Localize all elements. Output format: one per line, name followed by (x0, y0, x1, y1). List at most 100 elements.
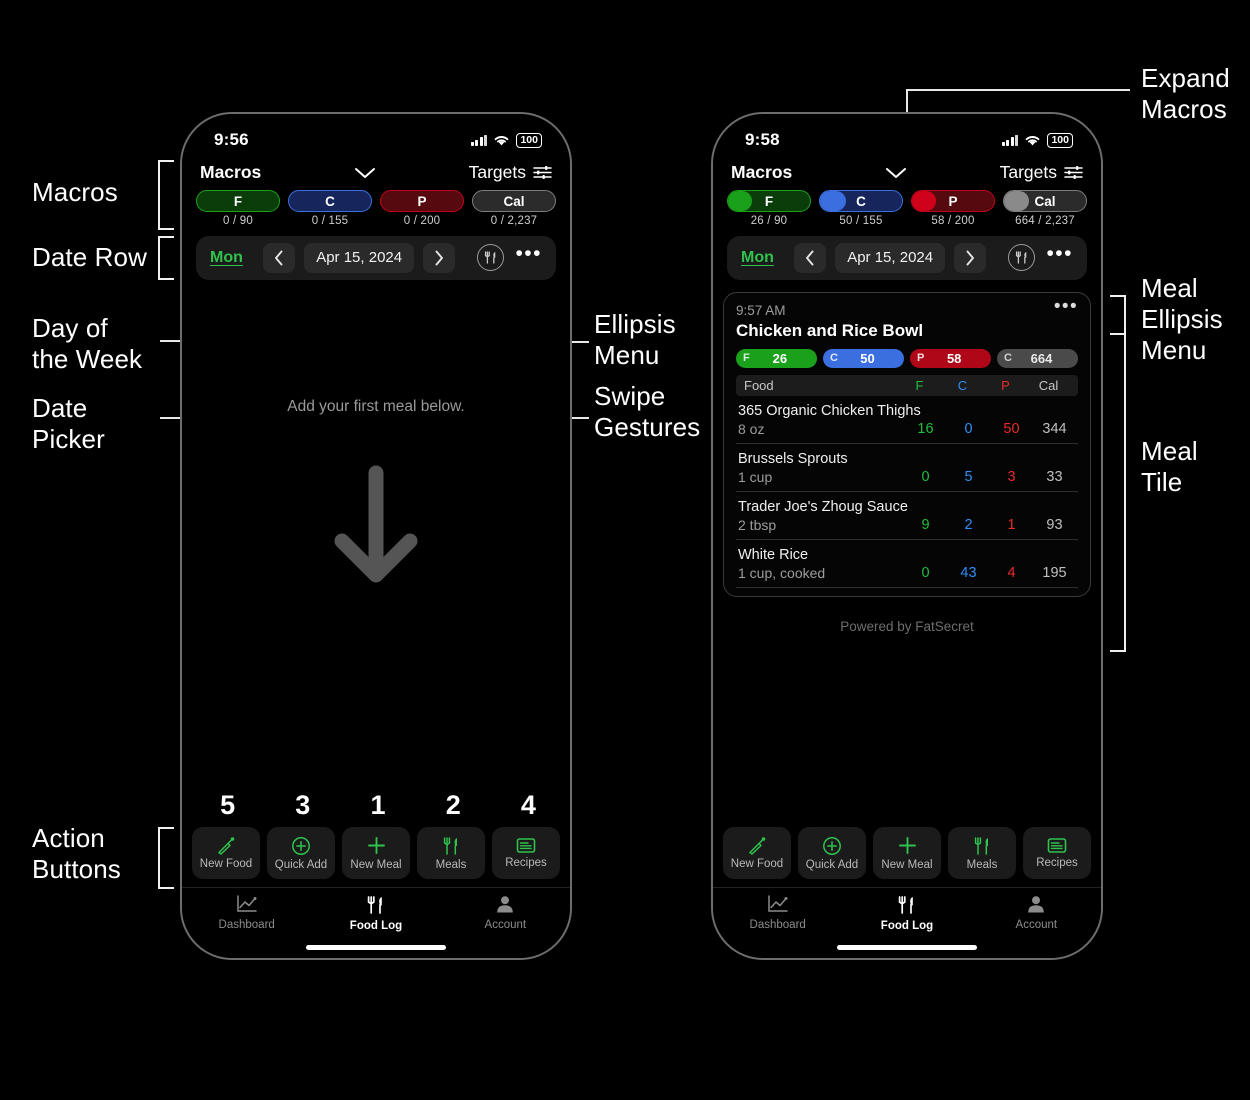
targets-button[interactable]: Targets (1000, 162, 1083, 183)
action-label: Quick Add (805, 858, 859, 871)
meal-tile[interactable]: 9:57 AM ••• Chicken and Rice Bowl F 26 C… (723, 291, 1091, 597)
date-picker-button[interactable]: Apr 15, 2024 (304, 242, 415, 273)
bracket-macros (158, 160, 174, 230)
total-value: 26 (772, 350, 788, 366)
action-new-meal[interactable]: New Meal (342, 827, 410, 879)
tab-dashboard[interactable]: Dashboard (182, 895, 311, 932)
action-buttons-right: New Food Quick Add New Meal Meals Recipe… (713, 827, 1101, 887)
macros-title: Macros (731, 162, 793, 182)
food-serving: 1 cup (738, 468, 773, 485)
macro-pills-right: F 26 / 90 C 50 / 155 P 58 / 200 Cal 664 … (713, 185, 1101, 227)
chevron-down-icon[interactable] (354, 167, 376, 179)
macro-pill-fat[interactable]: F 0 / 90 (196, 190, 280, 227)
table-row[interactable]: 365 Organic Chicken Thighs 8 oz 16 0 50 … (736, 396, 1078, 444)
day-of-week[interactable]: Mon (741, 249, 774, 267)
next-day-button[interactable] (954, 242, 987, 273)
day-of-week[interactable]: Mon (210, 249, 243, 267)
chevron-right-icon (435, 250, 444, 265)
action-new-food[interactable]: New Food (192, 827, 260, 879)
carrot-icon (749, 836, 766, 855)
macro-value: 664 / 2,237 (1015, 214, 1075, 227)
annotation-date-row: Date Row (32, 242, 147, 272)
utensils-circle-icon[interactable] (1008, 244, 1036, 271)
powered-by-label: Powered by FatSecret (840, 618, 974, 634)
tab-account[interactable]: Account (972, 895, 1101, 932)
food-name: Brussels Sprouts (738, 450, 848, 467)
tab-label: Account (1015, 919, 1058, 931)
utensils-circle-icon[interactable] (477, 244, 505, 271)
action-recipes[interactable]: Recipes (492, 827, 560, 879)
tab-label: Food Log (880, 920, 934, 932)
action-recipes[interactable]: Recipes (1023, 827, 1091, 879)
food-serving: 8 oz (738, 420, 765, 437)
action-new-food[interactable]: New Food (723, 827, 791, 879)
action-label: New Food (730, 857, 784, 870)
ellipsis-icon[interactable]: ••• (1046, 243, 1073, 266)
macro-pill-fat[interactable]: F 26 / 90 (727, 190, 811, 227)
macro-value: 50 / 155 (839, 214, 883, 227)
annotation-ellipsis-menu: Ellipsis Menu (594, 309, 676, 370)
macro-pill-protein[interactable]: P 0 / 200 (380, 190, 464, 227)
total-key: F (743, 352, 750, 364)
prev-day-button[interactable] (794, 242, 827, 273)
action-meals[interactable]: Meals (948, 827, 1016, 879)
log-body-left: Add your first meal below. (182, 280, 570, 828)
food-fat: 16 (917, 420, 934, 437)
food-fat: 0 (921, 564, 930, 581)
tab-dashboard[interactable]: Dashboard (713, 895, 842, 932)
meal-total-protein: P 58 (910, 348, 991, 368)
status-time: 9:56 (214, 130, 249, 149)
chart-icon (236, 895, 257, 912)
date-picker-button[interactable]: Apr 15, 2024 (835, 242, 946, 273)
food-calories: 195 (1042, 564, 1067, 581)
prev-day-button[interactable] (263, 242, 296, 273)
macro-key: F (233, 193, 243, 209)
plus-icon (367, 837, 385, 854)
chevron-down-icon[interactable] (885, 167, 907, 179)
ellipsis-icon[interactable]: ••• (515, 243, 542, 266)
tab-food-log[interactable]: Food Log (842, 895, 971, 932)
macro-value: 26 / 90 (750, 214, 788, 227)
tab-food-log[interactable]: Food Log (311, 895, 440, 932)
meal-total-calories: C 664 (997, 348, 1078, 368)
annotation-day-of-week: Day of the Week (32, 313, 143, 374)
action-quick-add[interactable]: Quick Add (267, 827, 335, 879)
macro-pill-carb[interactable]: C 50 / 155 (819, 190, 903, 227)
utensils-icon (974, 836, 988, 855)
step-number: 3 (295, 790, 311, 820)
tab-account[interactable]: Account (441, 895, 570, 932)
table-row[interactable]: Trader Joe's Zhoug Sauce 2 tbsp 9 2 1 93 (736, 492, 1078, 540)
column-header-food: Food (744, 377, 774, 393)
total-key: C (830, 352, 838, 364)
macro-pill-carb[interactable]: C 0 / 155 (288, 190, 372, 227)
tab-label: Account (484, 919, 527, 931)
tab-label: Dashboard (218, 919, 275, 931)
table-row[interactable]: White Rice 1 cup, cooked 0 43 4 195 (736, 540, 1078, 588)
step-number: 1 (370, 790, 386, 820)
macro-key: C (856, 193, 866, 209)
annotation-macros: Macros (32, 177, 118, 207)
action-new-meal[interactable]: New Meal (873, 827, 941, 879)
step-number: 2 (445, 790, 461, 820)
food-protein: 3 (1007, 468, 1016, 485)
macro-pill-calories[interactable]: Cal 664 / 2,237 (1003, 190, 1087, 227)
annotated-screenshot-canvas: Macros Date Row Day of the Week Date Pic… (0, 0, 1250, 1100)
date-row-left: Mon Apr 15, 2024 ••• (196, 235, 556, 280)
action-quick-add[interactable]: Quick Add (798, 827, 866, 879)
macro-pill-protein[interactable]: P 58 / 200 (911, 190, 995, 227)
meal-ellipsis-icon[interactable]: ••• (1054, 297, 1078, 316)
food-protein: 4 (1007, 564, 1016, 581)
bracket-date-row (158, 236, 174, 280)
action-meals[interactable]: Meals (417, 827, 485, 879)
food-serving: 1 cup, cooked (738, 564, 826, 581)
food-calories: 33 (1046, 468, 1063, 485)
utensils-icon (443, 836, 457, 855)
next-day-button[interactable] (423, 242, 456, 273)
food-protein: 1 (1007, 516, 1016, 533)
macro-pill-calories[interactable]: Cal 0 / 2,237 (472, 190, 556, 227)
action-step-numbers: 5 3 1 2 4 (190, 790, 566, 821)
targets-button[interactable]: Targets (469, 162, 552, 183)
chart-icon (767, 895, 788, 912)
table-row[interactable]: Brussels Sprouts 1 cup 0 5 3 33 (736, 444, 1078, 492)
macro-key: P (417, 193, 427, 209)
